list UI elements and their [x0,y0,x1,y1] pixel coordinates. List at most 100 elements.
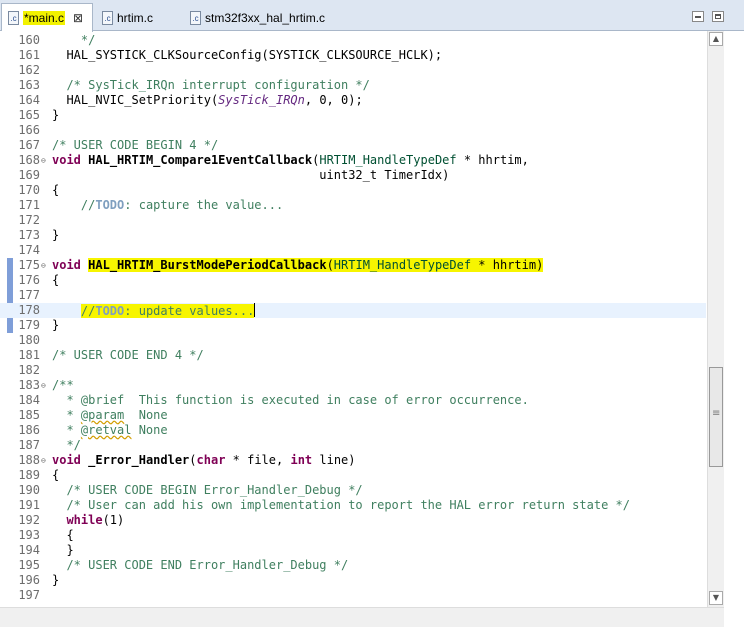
line-number: 192 [18,513,40,527]
scroll-up-icon[interactable]: ▲ [709,32,723,46]
tab-main-c[interactable]: .c *main.c ⊠ [1,3,93,32]
code-text: */ [52,438,81,452]
line-number: 182 [18,363,40,377]
code-text: * @retval None [52,423,168,437]
code-line[interactable]: 195 /* USER CODE END Error_Handler_Debug… [0,558,706,573]
code-text: /* USER CODE END Error_Handler_Debug */ [52,558,349,572]
code-text: HAL_SYSTICK_CLKSourceConfig(SYSTICK_CLKS… [52,48,443,62]
line-number: 196 [18,573,40,587]
code-line[interactable]: 161 HAL_SYSTICK_CLKSourceConfig(SYSTICK_… [0,48,706,63]
line-number: 186 [18,423,40,437]
code-text: * @brief This function is executed in ca… [52,393,529,407]
code-line[interactable]: 178 //TODO: update values... [0,303,706,318]
tab-hrtim-c[interactable]: .c hrtim.c [96,4,182,31]
line-number: 184 [18,393,40,407]
c-file-icon: .c [8,11,19,25]
code-line[interactable]: 188 ⊖ void _Error_Handler(char * file, int… [0,453,706,468]
line-number: 191 [18,498,40,512]
code-line[interactable]: 169 uint32_t TimerIdx) [0,168,706,183]
code-line[interactable]: 170 { [0,183,706,198]
code-line[interactable]: 168 ⊖ void HAL_HRTIM_Compare1EventCallback… [0,153,706,168]
code-line[interactable]: 173} [0,228,706,243]
code-text: } [52,543,74,557]
line-number: 171 [18,198,40,212]
code-text: void HAL_HRTIM_Compare1EventCallback(HRT… [52,153,529,167]
code-line[interactable]: 185 * @param None [0,408,706,423]
code-line[interactable]: 184 * @brief This function is executed i… [0,393,706,408]
code-line[interactable]: 176 { [0,273,706,288]
code-line[interactable]: 160 */ [0,33,706,48]
line-number: 162 [18,63,40,77]
code-text: void HAL_HRTIM_BurstModePeriodCallback(H… [52,258,544,272]
line-number: 168 [18,153,40,167]
code-text: uint32_t TimerIdx) [52,168,450,182]
code-line[interactable]: 162 [0,63,706,78]
tab-label: *main.c [23,11,66,25]
maximize-icon[interactable] [712,11,724,22]
code-line[interactable]: 174 [0,243,706,258]
code-line[interactable]: 196} [0,573,706,588]
code-line[interactable]: 192 while(1) [0,513,706,528]
line-number: 181 [18,348,40,362]
code-line[interactable]: 193 { [0,528,706,543]
line-number: 167 [18,138,40,152]
line-number: 161 [18,48,40,62]
code-text: { [52,468,60,482]
code-line[interactable]: 187 */ [0,438,706,453]
line-number: 170 [18,183,40,197]
code-line[interactable]: 189 { [0,468,706,483]
code-text: /* USER CODE BEGIN Error_Handler_Debug *… [52,483,363,497]
code-text: } [52,108,60,122]
tab-label: stm32f3xx_hal_hrtim.c [205,10,326,25]
tab-stm32f3xx-hal-hrtim-c[interactable]: .c stm32f3xx_hal_hrtim.c [184,4,364,31]
line-number: 176 [18,273,40,287]
code-line[interactable]: 179} [0,318,706,333]
code-line[interactable]: 194 } [0,543,706,558]
horizontal-scrollbar[interactable] [0,607,724,627]
line-number: 185 [18,408,40,422]
code-line[interactable]: 167 /* USER CODE BEGIN 4 */ [0,138,706,153]
code-line[interactable]: 177 [0,288,706,303]
code-line[interactable]: 197 [0,588,706,603]
code-text: { [52,183,60,197]
code-line[interactable]: 186 * @retval None [0,423,706,438]
code-line[interactable]: 166 [0,123,706,138]
code-text: } [52,318,60,332]
code-text: /* USER CODE END 4 */ [52,348,204,362]
fold-toggle-icon[interactable]: ⊖ [41,258,51,273]
line-number: 164 [18,93,40,107]
line-number: 166 [18,123,40,137]
code-line[interactable]: 180 [0,333,706,348]
code-line[interactable]: 191 /* User can add his own implementati… [0,498,706,513]
fold-toggle-icon[interactable]: ⊖ [41,153,51,168]
line-number: 190 [18,483,40,497]
code-line[interactable]: 190 /* USER CODE BEGIN Error_Handler_Deb… [0,483,706,498]
code-line[interactable]: 182 [0,363,706,378]
scroll-thumb[interactable] [709,367,723,467]
scroll-down-icon[interactable]: ▼ [709,591,723,605]
code-line[interactable]: 163 /* SysTick_IRQn interrupt configurat… [0,78,706,93]
line-number: 188 [18,453,40,467]
text-cursor [254,303,256,317]
code-editor[interactable]: 160 */161 HAL_SYSTICK_CLKSourceConfig(SY… [0,31,744,627]
code-line[interactable]: 164 HAL_NVIC_SetPriority(SysTick_IRQn, 0… [0,93,706,108]
code-text: * @param None [52,408,168,422]
line-number: 177 [18,288,40,302]
code-line[interactable]: 172 [0,213,706,228]
close-tab-icon[interactable]: ⊠ [73,11,83,25]
line-number: 160 [18,33,40,47]
code-text: } [52,228,60,242]
code-line[interactable]: 181 /* USER CODE END 4 */ [0,348,706,363]
code-text: /* USER CODE BEGIN 4 */ [52,138,219,152]
overview-ruler [724,31,744,627]
code-line[interactable]: 183 ⊖/** [0,378,706,393]
code-line[interactable]: 171 //TODO: capture the value... [0,198,706,213]
code-line[interactable]: 165} [0,108,706,123]
minimize-icon[interactable] [692,11,704,22]
fold-toggle-icon[interactable]: ⊖ [41,453,51,468]
line-number: 173 [18,228,40,242]
code-text: */ [52,33,96,47]
code-line[interactable]: 175 ⊖ void HAL_HRTIM_BurstModePeriodCallba… [0,258,706,273]
vertical-scrollbar[interactable]: ▲ ▼ [707,31,724,607]
fold-toggle-icon[interactable]: ⊖ [41,378,51,393]
